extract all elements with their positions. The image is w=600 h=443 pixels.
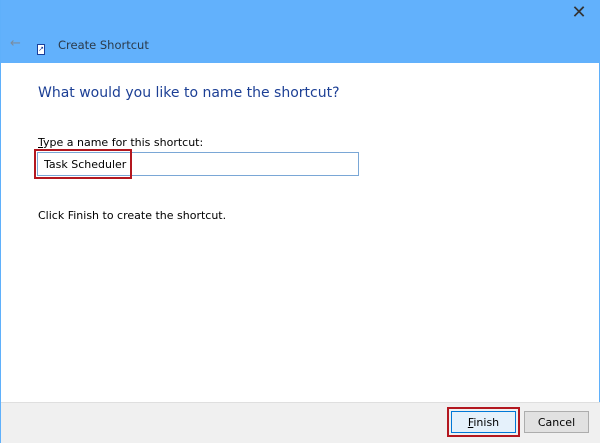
page-heading: What would you like to name the shortcut… xyxy=(38,85,340,101)
finish-button[interactable]: Finish xyxy=(451,411,516,433)
name-label-text: ype a name for this shortcut: xyxy=(43,136,204,149)
close-icon[interactable]: ✕ xyxy=(565,2,593,23)
finish-label: inish xyxy=(473,415,500,429)
name-label: Type a name for this shortcut: xyxy=(38,136,203,149)
arrow-left-icon[interactable]: ← xyxy=(10,36,21,51)
shortcut-name-input[interactable] xyxy=(37,152,359,176)
create-shortcut-window: ✕ ← ↗ Create Shortcut What would you lik… xyxy=(0,0,600,443)
window-title: Create Shortcut xyxy=(58,38,149,52)
info-text: Click Finish to create the shortcut. xyxy=(38,209,227,222)
shortcut-icon: ↗ xyxy=(37,44,45,55)
cancel-button[interactable]: Cancel xyxy=(524,411,589,433)
wizard-header: ✕ ← ↗ Create Shortcut xyxy=(1,0,600,63)
